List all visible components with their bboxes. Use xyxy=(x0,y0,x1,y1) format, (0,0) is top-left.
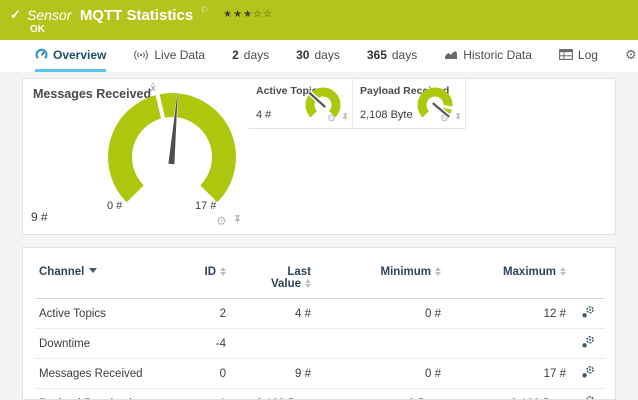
channel-maximum: 12 # xyxy=(445,299,570,329)
channel-id: -4 xyxy=(185,329,230,359)
channel-last-value: 4 # xyxy=(230,299,315,329)
col-header-maximum[interactable]: Maximum xyxy=(445,264,570,299)
gear-icon[interactable]: ⚙ xyxy=(327,112,336,124)
col-header-last-value[interactable]: LastValue xyxy=(230,264,315,299)
channel-table-section: Channel ID LastValue Minimum Maximum Act… xyxy=(22,247,616,400)
channel-settings-button[interactable] xyxy=(570,329,605,359)
gauge-panel-tools: ⚙ xyxy=(327,111,349,126)
tab-settings[interactable]: ⚙ Settings xyxy=(625,40,638,72)
gauges-section: Messages Received x̄ 0 # 17 # 9 # ⚙ xyxy=(22,78,616,235)
channel-name[interactable]: Downtime xyxy=(35,329,185,359)
tab-365-days[interactable]: 365 days xyxy=(367,40,417,72)
channel-table: Channel ID LastValue Minimum Maximum Act… xyxy=(35,264,605,400)
gear-icon: ⚙ xyxy=(625,47,637,63)
gauge-scale-max: 17 # xyxy=(195,200,216,212)
active-topics-gauge-panel: Active Topics 4 # ⚙ xyxy=(249,79,353,129)
log-table-icon xyxy=(559,49,573,60)
col-header-settings xyxy=(570,264,605,299)
channel-maximum: 2,120 Byte xyxy=(445,389,570,400)
sort-desc-icon xyxy=(89,268,97,273)
channel-minimum: 0 # xyxy=(315,299,445,329)
col-header-id[interactable]: ID xyxy=(185,264,230,299)
gauge-icon xyxy=(35,48,48,61)
status-badge: OK xyxy=(30,24,45,35)
gear-icon[interactable]: ⚙ xyxy=(216,214,227,228)
channel-last-value: 9 # xyxy=(230,359,315,389)
channel-minimum xyxy=(315,329,445,359)
area-chart-icon xyxy=(444,49,458,60)
payload-received-gauge-panel: Payload Received 2,108 Byte ⚙ xyxy=(353,79,466,129)
channel-settings-button[interactable] xyxy=(570,299,605,329)
tab-2-days[interactable]: 2 days xyxy=(232,40,269,72)
channel-id: 1 xyxy=(185,389,230,400)
gear-icon[interactable]: ⚙ xyxy=(440,112,449,124)
sort-icon xyxy=(305,279,311,288)
channel-id: 0 xyxy=(185,359,230,389)
breadcrumb-sensor: Sensor xyxy=(27,7,71,23)
channel-last-value: 2,108 Byte xyxy=(230,389,315,400)
page-title: MQTT Statistics xyxy=(80,7,193,24)
priority-stars[interactable]: ★★★☆☆ xyxy=(223,9,273,20)
tab-live-data[interactable]: Live Data xyxy=(133,40,205,72)
channel-minimum: 0 Byte xyxy=(315,389,445,400)
channel-settings-button[interactable] xyxy=(570,359,605,389)
channel-last-value xyxy=(230,329,315,359)
sensor-header: ✓ Sensor MQTT Statistics ⚐ ★★★☆☆ OK xyxy=(0,0,638,40)
table-row: Messages Received 0 9 # 0 # 17 # xyxy=(35,359,605,389)
channel-settings-button[interactable] xyxy=(570,389,605,400)
gauge-current-value: 9 # xyxy=(31,210,48,224)
tab-historic-data[interactable]: Historic Data xyxy=(444,40,532,72)
gauge-panel-tools: ⚙ xyxy=(216,212,242,230)
table-row: Downtime -4 xyxy=(35,329,605,359)
channel-name[interactable]: Messages Received xyxy=(35,359,185,389)
tab-bar: Overview Live Data 2 days 30 days 365 da… xyxy=(0,40,638,72)
tab-overview[interactable]: Overview xyxy=(35,40,106,72)
pin-icon[interactable] xyxy=(233,212,242,230)
channel-id: 2 xyxy=(185,299,230,329)
live-signal-icon xyxy=(133,49,149,61)
sort-icon xyxy=(220,267,226,276)
channel-maximum: 17 # xyxy=(445,359,570,389)
col-header-minimum[interactable]: Minimum xyxy=(315,264,445,299)
channel-name[interactable]: Payload Received xyxy=(35,389,185,400)
average-marker-label: x̄ xyxy=(150,83,156,94)
channel-maximum xyxy=(445,329,570,359)
average-marker-notch xyxy=(443,106,453,108)
prtg-sensor-page: ✓ Sensor MQTT Statistics ⚐ ★★★☆☆ OK Over… xyxy=(0,0,638,400)
tab-30-days[interactable]: 30 days xyxy=(296,40,340,72)
status-check-icon: ✓ xyxy=(10,7,21,23)
col-header-channel[interactable]: Channel xyxy=(35,264,185,299)
gauge-current-value: 4 # xyxy=(256,109,271,121)
channel-name[interactable]: Active Topics xyxy=(35,299,185,329)
channel-minimum: 0 # xyxy=(315,359,445,389)
sort-icon xyxy=(560,267,566,276)
table-row: Active Topics 2 4 # 0 # 12 # xyxy=(35,299,605,329)
flag-icon[interactable]: ⚐ xyxy=(201,5,209,15)
sort-icon xyxy=(435,267,441,276)
pin-icon[interactable] xyxy=(454,111,462,126)
tab-log[interactable]: Log xyxy=(559,40,598,72)
pin-icon[interactable] xyxy=(341,111,349,126)
gauge-scale-min: 0 # xyxy=(107,200,122,212)
gauge-current-value: 2,108 Byte xyxy=(360,109,413,121)
table-row: Payload Received 1 2,108 Byte 0 Byte 2,1… xyxy=(35,389,605,400)
gauge-panel-tools: ⚙ xyxy=(440,111,462,126)
